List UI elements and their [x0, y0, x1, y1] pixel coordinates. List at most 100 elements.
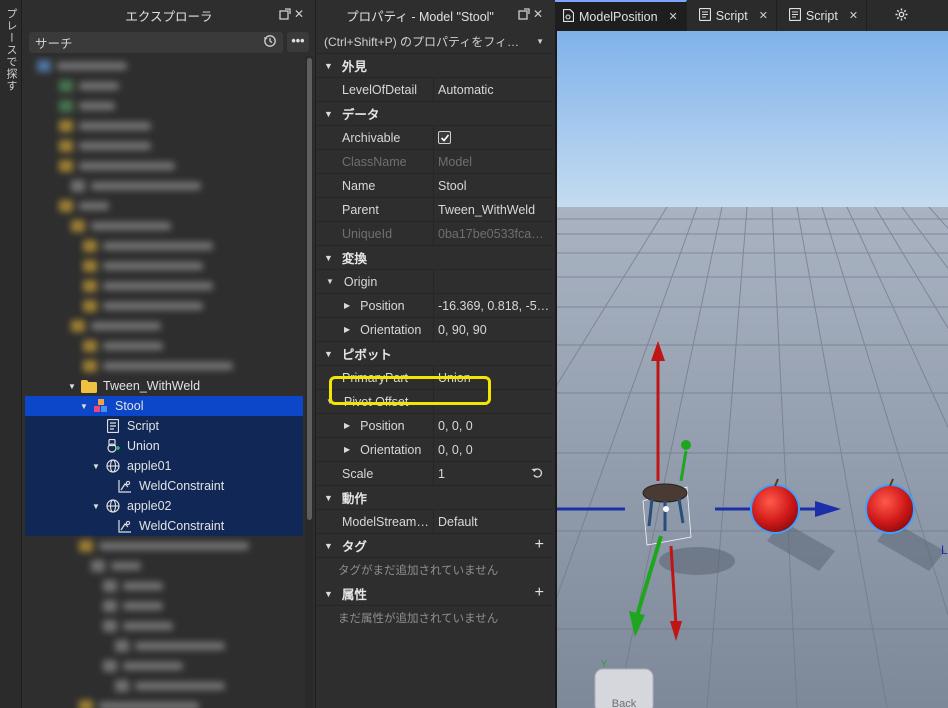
blurred-tree-row[interactable] [25, 236, 303, 256]
add-tag-icon[interactable]: + [535, 536, 544, 554]
prop-value[interactable]: Automatic [434, 78, 552, 101]
apple01-model[interactable] [750, 484, 800, 534]
collapse-arrow-icon[interactable]: ▼ [324, 493, 333, 503]
collapse-arrow-icon[interactable]: ▼ [324, 253, 333, 263]
history-icon[interactable] [263, 34, 277, 51]
property-filter-input[interactable]: (Ctrl+Shift+P) のプロパティをフィ… ▼ [316, 30, 552, 54]
tree-item-stool[interactable]: ▼ Stool [25, 396, 303, 416]
tab-modelposition[interactable]: ModelPosition ✕ [555, 0, 687, 31]
blurred-tree-row[interactable] [25, 656, 303, 676]
reset-icon[interactable] [531, 466, 544, 482]
dropdown-arrow-icon[interactable]: ▼ [536, 37, 544, 46]
add-attribute-icon[interactable]: + [535, 584, 544, 602]
blurred-tree-row[interactable] [25, 336, 303, 356]
prop-row-name[interactable]: Name Stool [316, 174, 552, 198]
side-strip[interactable]: プレースで探す [0, 0, 22, 708]
close-icon[interactable]: ✕ [293, 8, 305, 20]
collapse-arrow-icon[interactable]: ▼ [324, 541, 333, 551]
blurred-tree-row[interactable] [25, 276, 303, 296]
expand-arrow-icon[interactable]: ▶ [344, 301, 350, 310]
blurred-tree-row[interactable] [25, 56, 303, 76]
section-tags[interactable]: ▼ タグ + [316, 534, 552, 558]
prop-row-archivable[interactable]: Archivable [316, 126, 552, 150]
z-axis-sphere[interactable] [681, 440, 691, 450]
blurred-tree-row[interactable] [25, 556, 303, 576]
close-icon[interactable]: ✕ [759, 9, 768, 22]
blurred-tree-row[interactable] [25, 176, 303, 196]
prop-row-parent[interactable]: Parent Tween_WithWeld [316, 198, 552, 222]
prop-row-pivot-orientation[interactable]: ▶ Orientation 0, 0, 0 [316, 438, 552, 462]
prop-value[interactable]: Stool [434, 174, 552, 197]
expand-arrow-icon[interactable]: ▼ [91, 502, 101, 511]
tree-item-apple02[interactable]: ▼ apple02 [25, 496, 303, 516]
blurred-tree-row[interactable] [25, 536, 303, 556]
explorer-tree[interactable]: ▼ Tween_WithWeld ▼ Stool Script Union ▼ … [25, 56, 303, 708]
prop-value[interactable]: 0, 0, 0 [434, 414, 552, 437]
blurred-tree-row[interactable] [25, 96, 303, 116]
search-input[interactable]: サーチ [29, 31, 283, 53]
collapse-arrow-icon[interactable]: ▼ [324, 109, 333, 119]
close-icon[interactable]: ✕ [669, 10, 678, 23]
blurred-tree-row[interactable] [25, 116, 303, 136]
tree-item-script[interactable]: Script [25, 416, 303, 436]
prop-value[interactable]: 0, 90, 90 [434, 318, 552, 341]
blurred-tree-row[interactable] [25, 296, 303, 316]
blurred-tree-row[interactable] [25, 256, 303, 276]
blurred-tree-row[interactable] [25, 216, 303, 236]
blurred-tree-row[interactable] [25, 76, 303, 96]
section-data[interactable]: ▼ データ [316, 102, 552, 126]
collapse-arrow-icon[interactable]: ▼ [324, 589, 333, 599]
prop-row-pivot-position[interactable]: ▶ Position 0, 0, 0 [316, 414, 552, 438]
tree-item-weldconstraint[interactable]: WeldConstraint [25, 476, 303, 496]
blurred-tree-row[interactable] [25, 596, 303, 616]
tree-item-tween-withweld[interactable]: ▼ Tween_WithWeld [25, 376, 303, 396]
blurred-tree-row[interactable] [25, 156, 303, 176]
more-options-button[interactable]: ••• [287, 32, 309, 52]
blurred-tree-row[interactable] [25, 696, 303, 708]
prop-value[interactable]: -16.369, 0.818, -5… [434, 294, 552, 317]
scrollbar-thumb[interactable] [307, 58, 312, 520]
expand-arrow-icon[interactable]: ▶ [344, 325, 350, 334]
side-strip-label[interactable]: プレースで探す [3, 8, 19, 92]
section-transform[interactable]: ▼ 変換 [316, 246, 552, 270]
tab-script-1[interactable]: Script ✕ [687, 0, 777, 31]
prop-value[interactable]: Default [434, 510, 552, 533]
blurred-tree-row[interactable] [25, 356, 303, 376]
collapse-arrow-icon[interactable]: ▼ [324, 349, 333, 359]
prop-value[interactable] [434, 126, 552, 149]
expand-arrow-icon[interactable]: ▶ [344, 445, 350, 454]
expand-arrow-icon[interactable]: ▶ [344, 421, 350, 430]
prop-row-origin-orientation[interactable]: ▶ Orientation 0, 90, 90 [316, 318, 552, 342]
viewport-scene-svg[interactable]: Back Y L [557, 31, 948, 708]
prop-row-origin[interactable]: ▼ Origin [316, 270, 552, 294]
section-attributes[interactable]: ▼ 属性 + [316, 582, 552, 606]
collapse-arrow-icon[interactable]: ▼ [324, 61, 333, 71]
prop-row-origin-position[interactable]: ▶ Position -16.369, 0.818, -5… [316, 294, 552, 318]
close-icon[interactable]: ✕ [849, 9, 858, 22]
dock-icon[interactable] [279, 8, 291, 20]
blurred-tree-row[interactable] [25, 196, 303, 216]
blurred-tree-row[interactable] [25, 136, 303, 156]
scale-value[interactable]: 1 [438, 467, 445, 481]
expand-arrow-icon[interactable]: ▼ [79, 402, 89, 411]
prop-value[interactable]: 1 [434, 462, 552, 485]
prop-row-level-of-detail[interactable]: LevelOfDetail Automatic [316, 78, 552, 102]
prop-value[interactable]: Tween_WithWeld [434, 198, 552, 221]
tree-item-union[interactable]: Union [25, 436, 303, 456]
prop-row-model-streaming[interactable]: ModelStream… Default [316, 510, 552, 534]
section-pivot[interactable]: ▼ ピボット [316, 342, 552, 366]
dock-icon[interactable] [518, 8, 530, 20]
collapse-arrow-icon[interactable]: ▼ [326, 277, 334, 286]
tab-script-2[interactable]: Script ✕ [777, 0, 868, 31]
section-appearance[interactable]: ▼ 外見 [316, 54, 552, 78]
archivable-checkbox[interactable] [438, 131, 451, 144]
explorer-scrollbar[interactable] [305, 56, 313, 708]
section-behavior[interactable]: ▼ 動作 [316, 486, 552, 510]
blurred-tree-row[interactable] [25, 676, 303, 696]
expand-arrow-icon[interactable]: ▼ [91, 462, 101, 471]
tree-item-apple01[interactable]: ▼ apple01 [25, 456, 303, 476]
tree-item-weldconstraint[interactable]: WeldConstraint [25, 516, 303, 536]
prop-row-scale[interactable]: Scale 1 [316, 462, 552, 486]
expand-arrow-icon[interactable]: ▼ [67, 382, 77, 391]
blurred-tree-row[interactable] [25, 636, 303, 656]
